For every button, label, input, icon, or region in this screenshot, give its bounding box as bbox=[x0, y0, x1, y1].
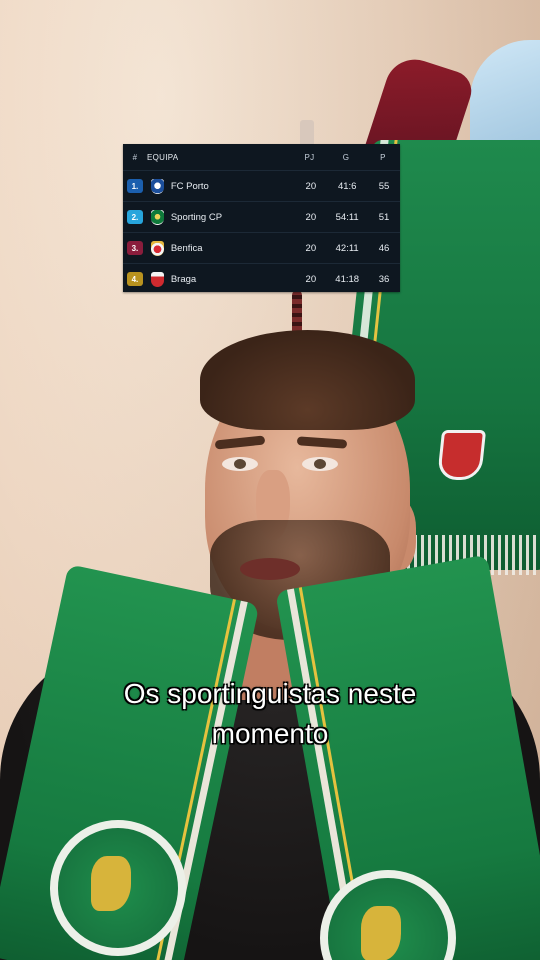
rank-badge: 4. bbox=[126, 272, 143, 286]
standings-header-row: # EQUIPA PJ G P bbox=[123, 144, 400, 170]
header-played: PJ bbox=[304, 152, 315, 162]
benfica-crest-icon bbox=[151, 240, 165, 256]
portugal-crest-icon bbox=[436, 430, 487, 480]
goals: 41:18 bbox=[335, 273, 360, 285]
table-row: 3. Benfica 20 42:11 46 bbox=[123, 232, 400, 263]
header-team: EQUIPA bbox=[147, 152, 179, 162]
caption-line-2: momento bbox=[211, 718, 329, 749]
fc-porto-crest-icon bbox=[151, 178, 165, 194]
braga-crest-icon bbox=[151, 271, 165, 287]
rank-badge: 1. bbox=[126, 179, 143, 193]
points: 51 bbox=[378, 211, 390, 223]
played: 20 bbox=[305, 242, 317, 254]
table-row: 2. Sporting CP 20 54:11 51 bbox=[123, 201, 400, 232]
person-hair bbox=[200, 330, 415, 430]
header-rank: # bbox=[132, 152, 138, 162]
sporting-cp-crest-icon bbox=[151, 209, 165, 225]
goals: 54:11 bbox=[335, 211, 359, 223]
rank-badge: 2. bbox=[126, 210, 143, 224]
rank-badge: 3. bbox=[126, 241, 143, 255]
team-name: Benfica bbox=[170, 242, 203, 254]
eye-left bbox=[222, 457, 258, 471]
goals: 42:11 bbox=[335, 242, 359, 254]
table-row: 4. Braga 20 41:18 36 bbox=[123, 263, 400, 294]
header-points: P bbox=[380, 152, 386, 162]
eye-right bbox=[302, 457, 338, 471]
points: 46 bbox=[378, 242, 390, 254]
team-name: FC Porto bbox=[170, 180, 209, 192]
video-caption: Os sportinguistas neste momento bbox=[60, 674, 480, 754]
played: 20 bbox=[305, 273, 317, 285]
caption-line-1: Os sportinguistas neste bbox=[123, 678, 417, 709]
played: 20 bbox=[305, 211, 317, 223]
goals: 41:6 bbox=[337, 180, 357, 192]
header-goals: G bbox=[342, 152, 350, 162]
played: 20 bbox=[305, 180, 317, 192]
league-standings-table: # EQUIPA PJ G P 1. FC Porto 20 41:6 55 2… bbox=[123, 144, 400, 292]
sporting-emblem-icon bbox=[50, 820, 186, 956]
mouth bbox=[240, 558, 300, 580]
points: 55 bbox=[378, 180, 390, 192]
table-row: 1. FC Porto 20 41:6 55 bbox=[123, 170, 400, 201]
team-name: Braga bbox=[170, 273, 197, 285]
team-name: Sporting CP bbox=[170, 211, 223, 223]
points: 36 bbox=[378, 273, 390, 285]
